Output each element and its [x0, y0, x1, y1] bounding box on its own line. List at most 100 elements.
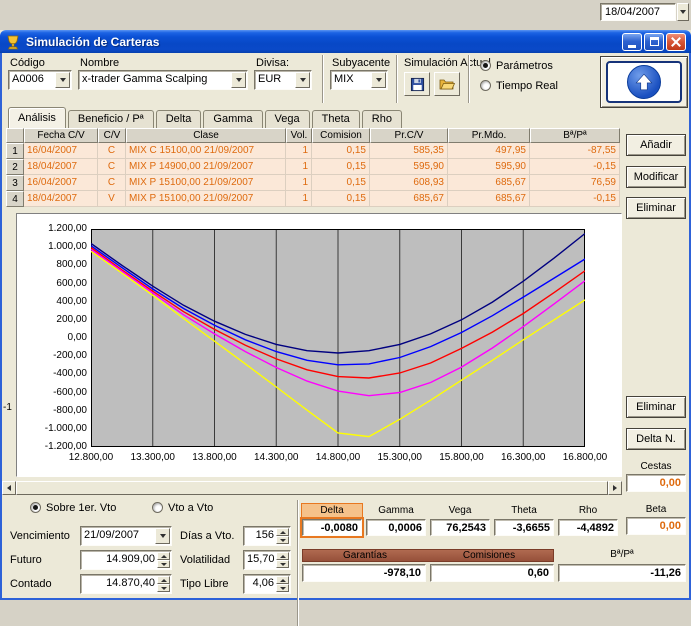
- positions-table: Fecha C/VC/VClaseVol.ComisionPr.C/VPr.Md…: [6, 128, 620, 207]
- comisiones-value-field: 0,60: [430, 564, 554, 582]
- close-icon: [671, 37, 681, 47]
- spin-down-button[interactable]: [276, 584, 289, 592]
- maximize-icon: [650, 37, 659, 46]
- date-dropdown-button[interactable]: [677, 3, 689, 21]
- up-arrow-icon: [627, 65, 661, 99]
- table-cell: 595,90: [448, 159, 530, 175]
- eliminar-button[interactable]: Eliminar: [626, 197, 686, 219]
- table-cell: 0,15: [312, 143, 370, 159]
- delta-n-button[interactable]: Delta N.: [626, 428, 686, 450]
- futuro-spinner[interactable]: 14.909,00: [80, 550, 172, 570]
- anadir-button[interactable]: Añadir: [626, 134, 686, 156]
- radio-tiempo-real[interactable]: Tiempo Real: [480, 80, 558, 92]
- radio-button-icon: [152, 502, 163, 513]
- vencimiento-combo[interactable]: 21/09/2007: [80, 526, 172, 546]
- subyacente-combo[interactable]: MIX: [330, 70, 388, 90]
- beta-value-field: 0,00: [626, 517, 686, 535]
- codigo-label: Código: [10, 57, 45, 69]
- chevron-down-icon[interactable]: [155, 528, 170, 544]
- dias-a-vto-spinner[interactable]: 156: [243, 526, 291, 546]
- chevron-down-icon[interactable]: [295, 72, 310, 88]
- spin-down-button[interactable]: [276, 536, 289, 544]
- theta-value-field: -3,6655: [494, 519, 554, 536]
- volatilidad-spinner[interactable]: 15,70: [243, 550, 291, 570]
- floppy-disk-icon: [410, 77, 425, 92]
- spin-up-button[interactable]: [157, 576, 170, 584]
- scroll-right-button[interactable]: [608, 481, 622, 495]
- x-axis-label: 16.800,00: [554, 452, 616, 463]
- contado-spinner[interactable]: 14.870,40: [80, 574, 172, 594]
- maximize-button[interactable]: [644, 33, 664, 51]
- table-row[interactable]: 218/04/2007CMIX P 14900,00 21/09/200710,…: [6, 159, 620, 175]
- x-axis-label: 15.300,00: [369, 452, 431, 463]
- spin-down-button[interactable]: [157, 584, 170, 592]
- date-field[interactable]: 18/04/2007: [600, 3, 676, 21]
- spin-down-button[interactable]: [157, 560, 170, 568]
- nombre-combo[interactable]: x-trader Gamma Scalping: [78, 70, 248, 90]
- table-row[interactable]: 316/04/2007CMIX P 15100,00 21/09/200710,…: [6, 175, 620, 191]
- y-axis-label: -400,00: [19, 368, 87, 379]
- chevron-down-icon[interactable]: [55, 72, 70, 88]
- table-cell: 1: [286, 191, 312, 207]
- tipo-libre-label: Tipo Libre: [180, 578, 229, 590]
- tipo-libre-spinner[interactable]: 4,06: [243, 574, 291, 594]
- tab-gamma[interactable]: Gamma: [203, 110, 262, 128]
- y-axis-label: 400,00: [19, 296, 87, 307]
- title-bar[interactable]: Simulación de Carteras: [0, 30, 691, 53]
- tab-theta[interactable]: Theta: [312, 110, 360, 128]
- x-axis-label: 14.800,00: [307, 452, 369, 463]
- open-simulation-button[interactable]: [434, 72, 460, 96]
- radio-sobre-1er-vto[interactable]: Sobre 1er. Vto: [30, 502, 116, 514]
- table-cell: 18/04/2007: [24, 191, 98, 207]
- save-simulation-button[interactable]: [404, 72, 430, 96]
- scrollbar-thumb[interactable]: [16, 481, 608, 495]
- arrow-left-icon: [7, 485, 11, 491]
- execute-simulation-button[interactable]: [600, 56, 688, 108]
- cestas-value-field: 0,00: [626, 474, 686, 492]
- delta-column: Delta -0,0080: [302, 504, 362, 536]
- radio-button-icon: [30, 502, 41, 513]
- table-cell: C: [98, 159, 126, 175]
- y-axis-label: -1.000,00: [19, 423, 87, 434]
- table-cell: C: [98, 143, 126, 159]
- table-cell: 0,15: [312, 159, 370, 175]
- tab-an-lisis[interactable]: Análisis: [8, 107, 66, 128]
- spin-up-button[interactable]: [157, 552, 170, 560]
- tab-beneficio-p[interactable]: Beneficio / Pª: [68, 110, 154, 128]
- horizontal-scrollbar[interactable]: [2, 481, 622, 495]
- minimize-button[interactable]: [622, 33, 642, 51]
- table-cell: 1: [286, 175, 312, 191]
- tab-vega[interactable]: Vega: [265, 110, 310, 128]
- vega-value-field: 76,2543: [430, 519, 490, 536]
- codigo-combo[interactable]: A0006: [8, 70, 72, 90]
- eliminar-curve-button[interactable]: Eliminar: [626, 396, 686, 418]
- divisa-combo[interactable]: EUR: [254, 70, 312, 90]
- radio-button-icon: [480, 60, 491, 71]
- table-row[interactable]: 116/04/2007CMIX C 15100,00 21/09/200710,…: [6, 143, 620, 159]
- close-button[interactable]: [666, 33, 686, 51]
- spin-up-button[interactable]: [276, 552, 289, 560]
- spin-up-button[interactable]: [276, 528, 289, 536]
- spin-up-button[interactable]: [276, 576, 289, 584]
- table-row[interactable]: 418/04/2007VMIX P 15100,00 21/09/200710,…: [6, 191, 620, 207]
- table-cell: 497,95: [448, 143, 530, 159]
- table-header-cell: C/V: [98, 128, 126, 143]
- toolbar-separator: [322, 55, 324, 103]
- x-axis-label: 12.800,00: [60, 452, 122, 463]
- spin-down-button[interactable]: [276, 560, 289, 568]
- modificar-button[interactable]: Modificar: [626, 166, 686, 188]
- rho-column: Rho-4,4892: [558, 504, 618, 536]
- chevron-down-icon[interactable]: [231, 72, 246, 88]
- bottom-separator: [297, 500, 299, 626]
- delta-label: Delta: [302, 504, 362, 517]
- delta-value-field: -0,0080: [302, 519, 362, 536]
- chevron-down-icon[interactable]: [371, 72, 386, 88]
- minimize-icon: [628, 45, 636, 48]
- radio-vto-a-vto[interactable]: Vto a Vto: [152, 502, 213, 514]
- tab-rho[interactable]: Rho: [362, 110, 402, 128]
- folder-open-icon: [439, 77, 455, 91]
- tab-delta[interactable]: Delta: [156, 110, 202, 128]
- x-axis-label: 13.300,00: [122, 452, 184, 463]
- radio-parametros[interactable]: Parámetros: [480, 60, 553, 72]
- scroll-left-button[interactable]: [2, 481, 16, 495]
